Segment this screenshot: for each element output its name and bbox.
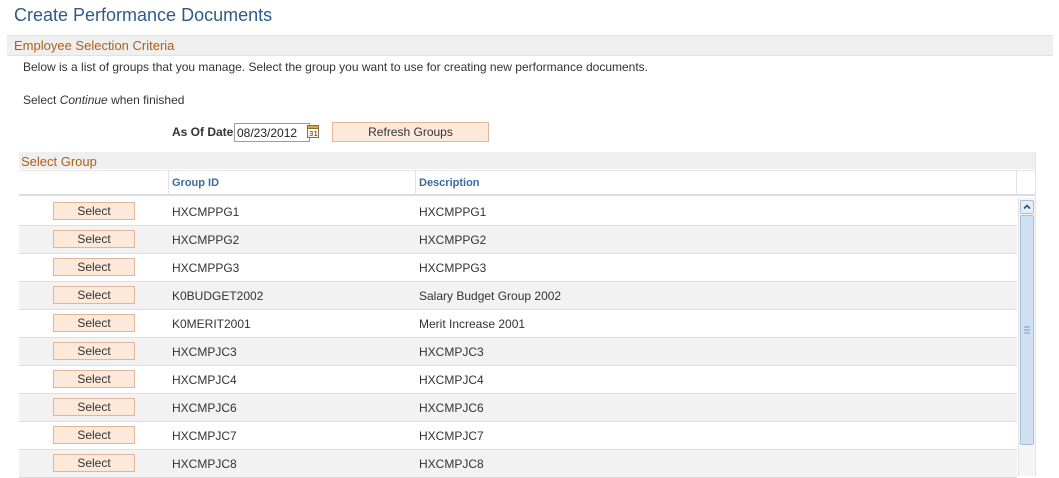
table-row: Select HXCMPJC4 HXCMPJC4 [19, 366, 1017, 394]
select-button[interactable]: Select [53, 286, 135, 304]
group-id-cell: K0MERIT2001 [172, 317, 251, 331]
description-cell: HXCMPPG1 [419, 205, 487, 219]
group-id-cell: HXCMPJC4 [172, 373, 237, 387]
scroll-up-button[interactable] [1020, 200, 1034, 214]
group-id-cell: HXCMPPG1 [172, 205, 240, 219]
description-cell: Salary Budget Group 2002 [419, 289, 562, 303]
select-button[interactable]: Select [53, 426, 135, 444]
instruction-prefix: Select [23, 93, 60, 107]
group-id-cell: HXCMPJC7 [172, 429, 237, 443]
description-cell: HXCMPJC8 [419, 457, 484, 471]
header-separator [415, 171, 416, 195]
instruction-suffix: when finished [107, 93, 185, 107]
intro-text: Below is a list of groups that you manag… [23, 60, 649, 74]
select-button[interactable]: Select [53, 398, 135, 416]
group-rows: Select HXCMPPG1 HXCMPPG1 Select HXCMPPG2… [19, 198, 1017, 478]
description-cell: HXCMPPG3 [419, 261, 487, 275]
select-button[interactable]: Select [53, 202, 135, 220]
grip-icon [1024, 326, 1030, 334]
select-button[interactable]: Select [53, 230, 135, 248]
as-of-date-label: As Of Date [172, 125, 234, 139]
calendar-icon[interactable]: 31 [307, 125, 319, 138]
chevron-up-icon [1023, 204, 1031, 210]
description-cell: HXCMPJC4 [419, 373, 484, 387]
grid-scrollbar[interactable] [1018, 198, 1035, 476]
header-separator [1016, 171, 1017, 195]
table-row: Select HXCMPJC8 HXCMPJC8 [19, 450, 1017, 478]
select-button[interactable]: Select [53, 314, 135, 332]
description-cell: HXCMPJC7 [419, 429, 484, 443]
group-id-cell: HXCMPJC3 [172, 345, 237, 359]
instruction-text: Select Continue when finished [23, 93, 184, 107]
grid-column-header: Group ID Description [19, 170, 1035, 196]
svg-text:31: 31 [309, 130, 318, 138]
select-button[interactable]: Select [53, 454, 135, 472]
table-row: Select HXCMPJC6 HXCMPJC6 [19, 394, 1017, 422]
description-cell: HXCMPJC6 [419, 401, 484, 415]
column-header-group-id[interactable]: Group ID [172, 177, 219, 189]
page-title: Create Performance Documents [14, 5, 273, 25]
group-id-cell: K0BUDGET2002 [172, 289, 264, 303]
select-button[interactable]: Select [53, 370, 135, 388]
scroll-thumb[interactable] [1020, 215, 1034, 445]
select-button[interactable]: Select [53, 342, 135, 360]
table-row: Select HXCMPPG3 HXCMPPG3 [19, 254, 1017, 282]
table-row: Select HXCMPJC3 HXCMPJC3 [19, 338, 1017, 366]
as-of-date-input[interactable] [234, 123, 310, 142]
table-row: Select HXCMPJC7 HXCMPJC7 [19, 422, 1017, 450]
group-id-cell: HXCMPJC6 [172, 401, 237, 415]
column-header-description[interactable]: Description [419, 177, 480, 189]
group-id-cell: HXCMPPG2 [172, 233, 240, 247]
group-id-cell: HXCMPJC8 [172, 457, 237, 471]
table-row: Select HXCMPPG2 HXCMPPG2 [19, 226, 1017, 254]
table-row: Select HXCMPPG1 HXCMPPG1 [19, 198, 1017, 226]
select-group-title: Select Group [21, 154, 97, 169]
grid-right-border [1035, 152, 1036, 476]
instruction-continue-emphasis: Continue [59, 93, 108, 107]
group-id-cell: HXCMPPG3 [172, 261, 240, 275]
header-separator [168, 171, 169, 195]
description-cell: HXCMPPG2 [419, 233, 487, 247]
table-row: Select K0BUDGET2002 Salary Budget Group … [19, 282, 1017, 310]
section-header-employee-selection: Employee Selection Criteria [7, 35, 1053, 56]
refresh-groups-button[interactable]: Refresh Groups [332, 122, 489, 142]
description-cell: HXCMPJC3 [419, 345, 484, 359]
description-cell: Merit Increase 2001 [419, 317, 526, 331]
section-title: Employee Selection Criteria [14, 38, 175, 53]
select-button[interactable]: Select [53, 258, 135, 276]
select-group-header: Select Group [19, 152, 1035, 169]
table-row: Select K0MERIT2001 Merit Increase 2001 [19, 310, 1017, 338]
